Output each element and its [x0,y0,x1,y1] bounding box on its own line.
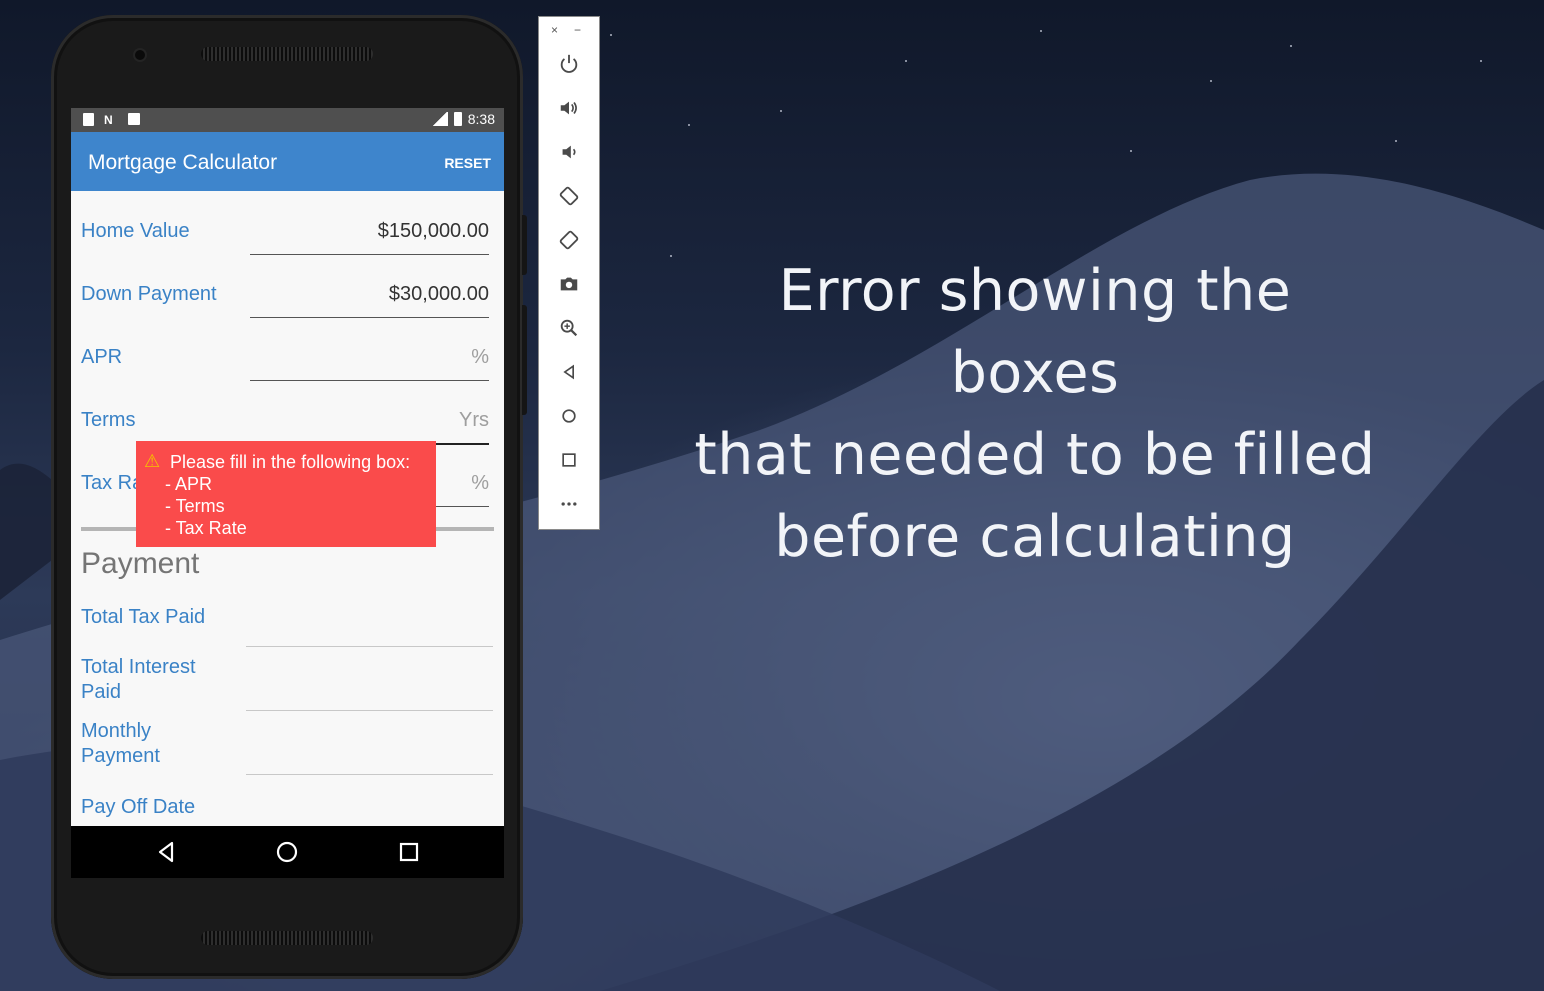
sd-card-icon [83,113,94,126]
caption-text: Error showing the boxes that needed to b… [690,250,1380,578]
volume-down-icon[interactable] [555,138,583,166]
warning-icon: ⚠ [144,451,161,471]
power-icon[interactable] [555,50,583,78]
more-icon[interactable] [555,490,583,518]
minimize-icon[interactable]: − [574,23,581,37]
app-bar: Mortgage Calculator RESET [71,132,504,191]
star [610,34,612,36]
toast-item-apr: - APR [165,474,213,494]
total-interest-paid-underline [246,710,493,711]
status-bar: N 8:38 [71,108,504,132]
phone-frame: N 8:38 Mortgage Calculator RESET Home Va… [51,15,527,979]
bottom-speaker [201,931,373,945]
star [1395,140,1397,142]
total-interest-paid-label-line2: Paid [81,681,122,703]
total-tax-paid-label: Total Tax Paid [81,606,206,628]
pay-off-date-label: Pay Off Date [81,796,196,818]
app-title: Mortgage Calculator [88,151,278,174]
close-icon[interactable]: × [551,23,558,37]
rotate-right-icon[interactable] [555,226,583,254]
total-tax-paid-underline [246,646,493,647]
toast-item-terms: - Terms [165,496,225,516]
status-time: 8:38 [467,111,495,127]
terms-label: Terms [81,409,136,431]
star [688,124,690,126]
down-payment-underline [250,317,489,318]
down-payment-field[interactable]: $30,000.00 [389,283,489,306]
apr-underline [250,380,489,381]
nav-back-icon[interactable] [154,840,178,864]
total-interest-paid-label-line1: Total Interest [81,656,196,678]
caption-line-2: that needed to be filled [694,422,1376,488]
power-side-button[interactable] [522,215,527,275]
home-value-field[interactable]: $150,000.00 [378,220,489,243]
phone-screen: N 8:38 Mortgage Calculator RESET Home Va… [71,108,504,878]
nav-home-icon[interactable] [275,840,299,864]
down-payment-label: Down Payment [81,283,217,305]
back-icon[interactable] [555,358,583,386]
star [780,110,782,112]
rotate-left-icon[interactable] [555,182,583,210]
camera-icon[interactable] [555,270,583,298]
volume-side-button[interactable] [522,305,527,415]
monthly-payment-underline [246,774,493,775]
toast-item-tax-rate: - Tax Rate [165,518,247,538]
star [905,60,907,62]
monthly-payment-label-line1: Monthly [81,720,152,742]
emulator-toolbar: × − [538,16,600,530]
star [1290,45,1292,47]
lte-signal-icon [431,112,448,126]
battery-icon [453,112,462,126]
star [670,255,672,257]
front-camera [135,50,145,60]
zoom-icon[interactable] [555,314,583,342]
n-icon: N [104,113,113,127]
monthly-payment-label-line2: Payment [81,745,160,767]
star [1040,30,1042,32]
android-nav-bar [71,826,504,878]
toast-message: Please fill in the following box: [170,452,411,472]
caption-line-3: before calculating [774,504,1296,570]
a-icon [128,113,140,125]
apr-field[interactable]: % [471,346,489,369]
tax-rate-field[interactable]: % [471,472,489,495]
star [1480,60,1482,62]
error-toast: ⚠ Please fill in the following box: - AP… [136,441,436,547]
apr-label: APR [81,346,123,368]
terms-field[interactable]: Yrs [459,409,489,432]
volume-up-icon[interactable] [555,94,583,122]
overview-icon[interactable] [555,446,583,474]
home-icon[interactable] [555,402,583,430]
reset-button[interactable]: RESET [444,155,491,171]
earpiece-speaker [201,47,373,61]
nav-overview-icon[interactable] [397,840,421,864]
caption-line-1: Error showing the boxes [778,258,1292,406]
payment-section-title: Payment [81,547,200,580]
home-value-label: Home Value [81,220,190,242]
star [1210,80,1212,82]
star [1130,150,1132,152]
home-value-underline [250,254,489,255]
